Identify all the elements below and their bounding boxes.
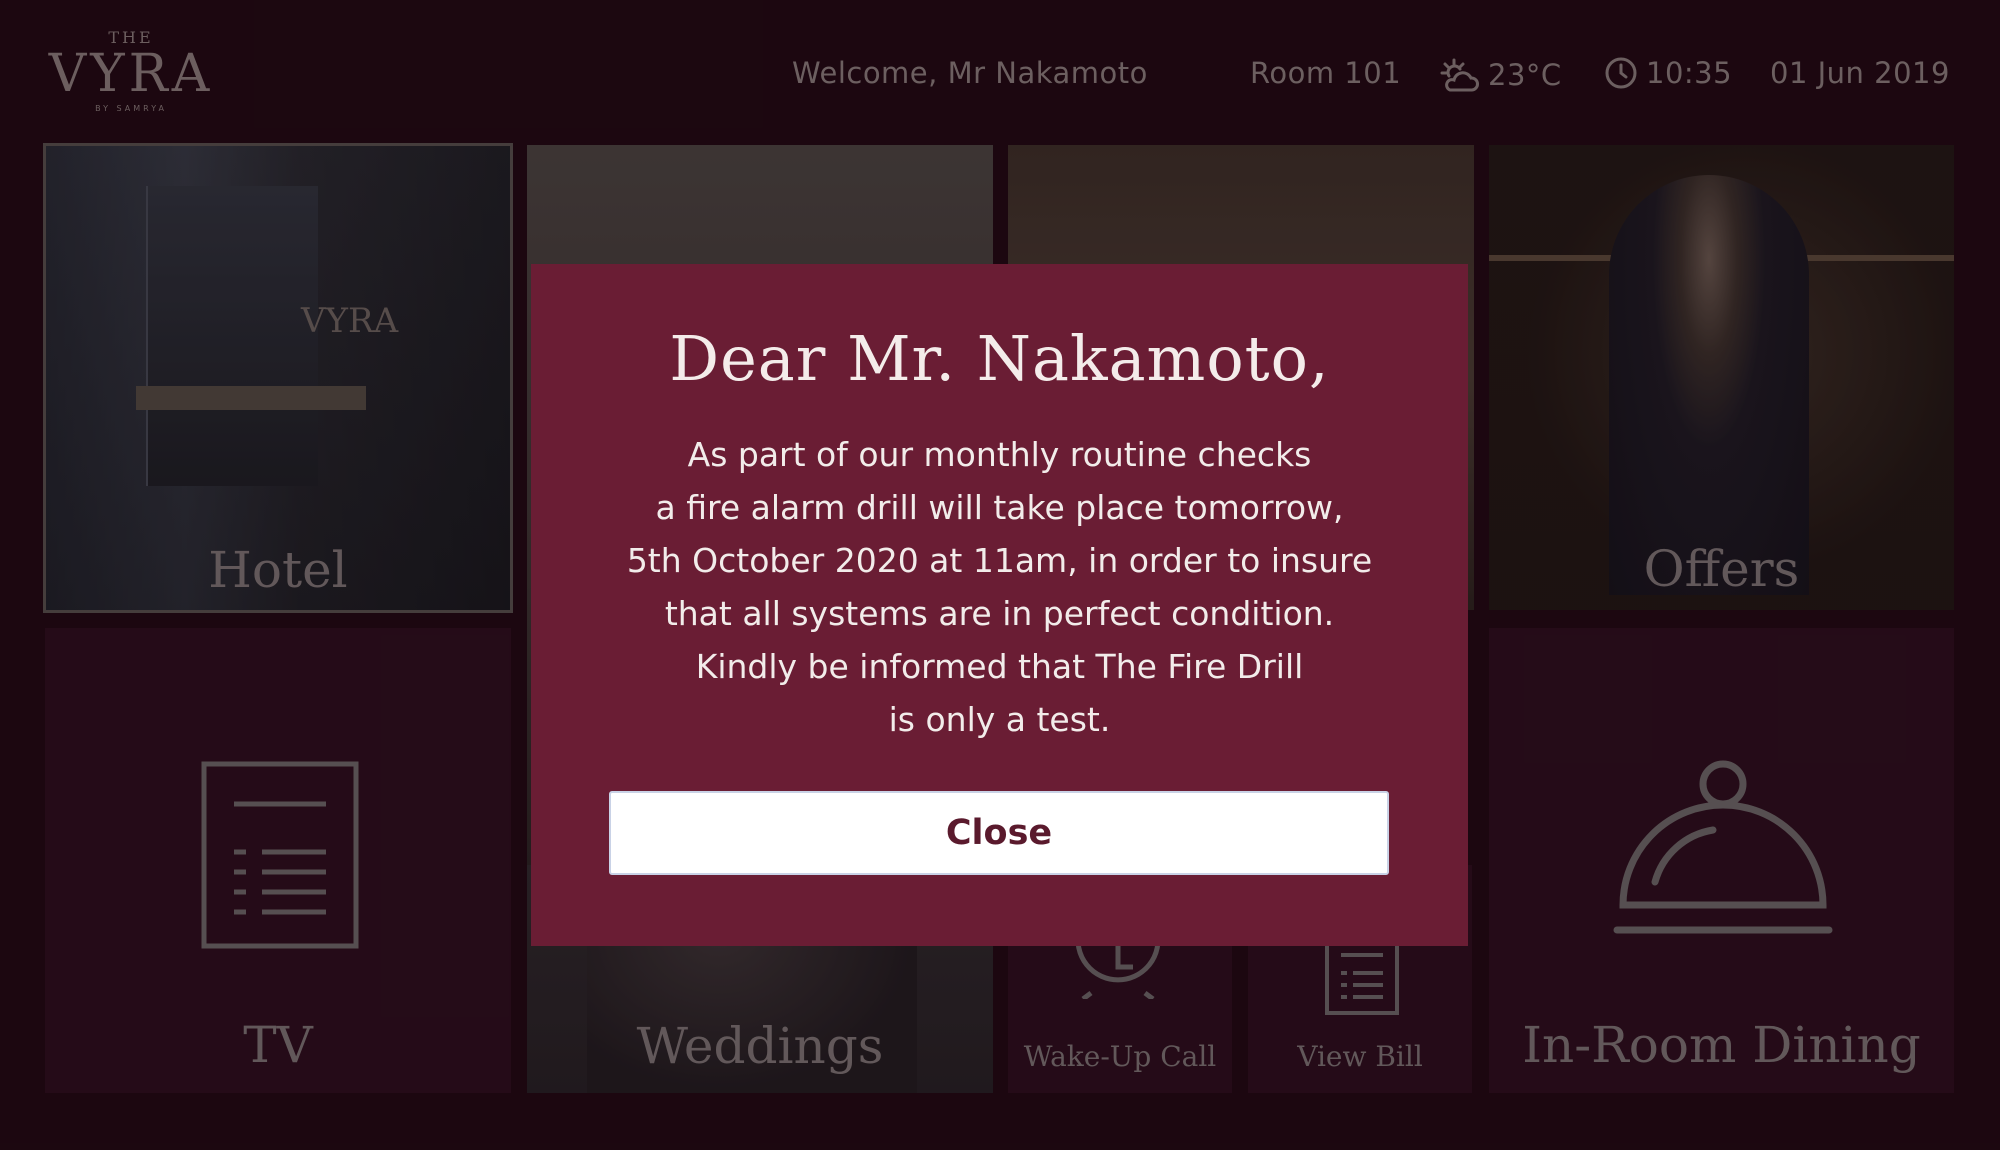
message-line: 5th October 2020 at 11am, in order to in… (626, 541, 1373, 580)
dialog-message: As part of our monthly routine checks a … (571, 428, 1428, 746)
dialog-title: Dear Mr. Nakamoto, (669, 322, 1330, 395)
message-line: that all systems are in perfect conditio… (664, 594, 1335, 633)
message-line: Kindly be informed that The Fire Drill (695, 647, 1304, 686)
message-line: is only a test. (888, 700, 1111, 739)
notification-dialog: Dear Mr. Nakamoto, As part of our monthl… (531, 264, 1468, 946)
message-line: a fire alarm drill will take place tomor… (655, 488, 1344, 527)
message-line: As part of our monthly routine checks (687, 435, 1312, 474)
close-button[interactable]: Close (609, 791, 1389, 875)
